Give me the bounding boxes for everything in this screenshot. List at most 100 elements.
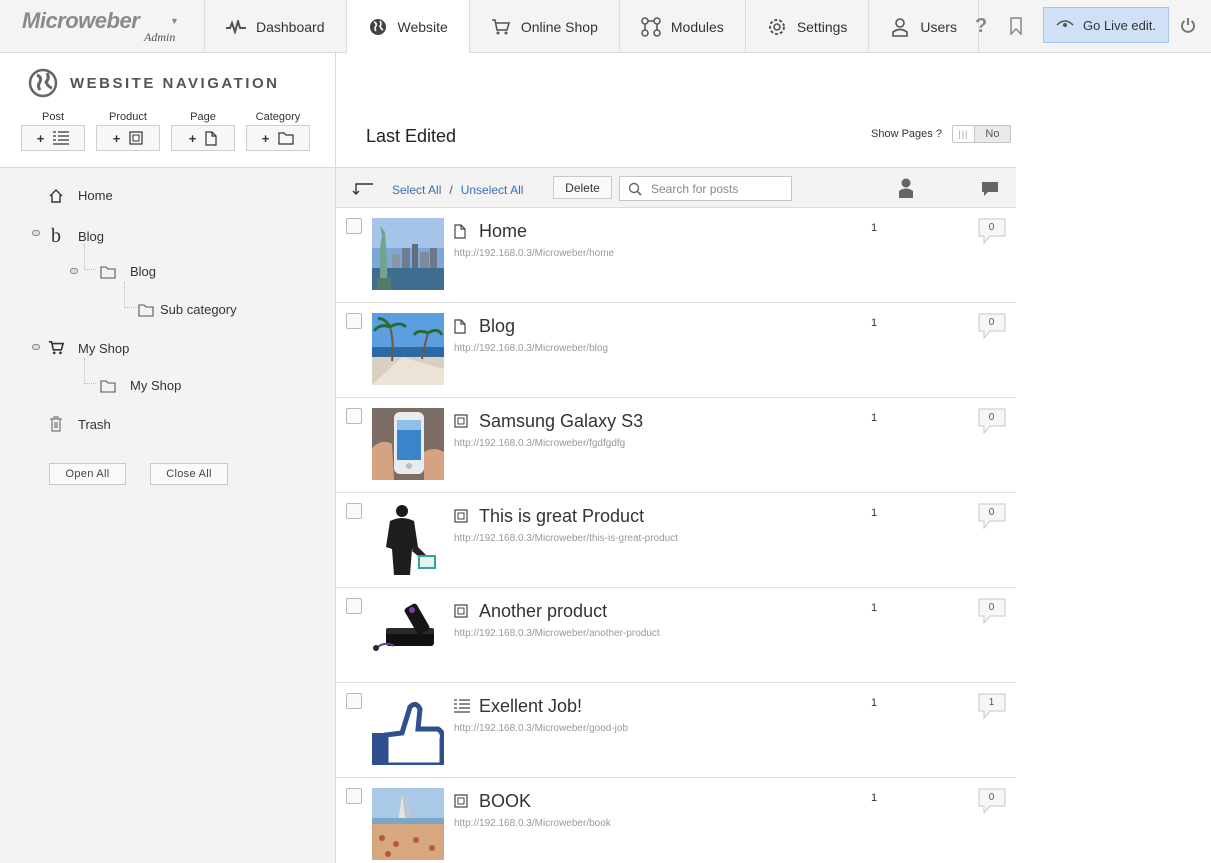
row-checkbox[interactable] — [346, 408, 362, 424]
toggle-value: No — [985, 128, 1000, 140]
collapse-icon[interactable] — [32, 230, 40, 236]
caret-down-icon[interactable]: ▼ — [170, 16, 179, 26]
show-pages-label: Show Pages ? — [871, 128, 942, 140]
author-column-icon — [899, 178, 913, 203]
row-title[interactable]: Blog — [479, 316, 515, 337]
tree-item-my-shop[interactable]: My Shop — [48, 340, 129, 356]
row-title[interactable]: This is great Product — [479, 506, 644, 527]
cart-icon — [491, 17, 511, 37]
row-url[interactable]: http://192.168.0.3/Microweber/fgdfgdfg — [454, 438, 625, 449]
add-category-button[interactable]: + — [246, 125, 310, 151]
comments-count: 1 — [988, 697, 995, 708]
comments-badge[interactable]: 1 — [978, 693, 1006, 720]
row-url[interactable]: http://192.168.0.3/Microweber/another-pr… — [454, 628, 660, 639]
product-icon — [454, 794, 468, 808]
sidebar-title: WEBSITE NAVIGATION — [70, 75, 280, 92]
row-checkbox[interactable] — [346, 503, 362, 519]
list-item[interactable]: BOOK http://192.168.0.3/Microweber/book … — [336, 778, 1016, 863]
select-all-link[interactable]: Select All — [392, 183, 441, 197]
row-url[interactable]: http://192.168.0.3/Microweber/home — [454, 248, 614, 259]
list-item[interactable]: Home http://192.168.0.3/Microweber/home … — [336, 208, 1016, 303]
collapse-icon[interactable] — [32, 344, 40, 350]
row-title[interactable]: Exellent Job! — [479, 696, 582, 717]
row-url[interactable]: http://192.168.0.3/Microweber/blog — [454, 343, 608, 354]
delete-button[interactable]: Delete — [553, 176, 612, 199]
show-pages-toggle[interactable]: ||| No — [951, 125, 1011, 143]
collapse-icon[interactable] — [70, 268, 78, 274]
row-title[interactable]: Home — [479, 221, 527, 242]
list-item[interactable]: Samsung Galaxy S3 http://192.168.0.3/Mic… — [336, 398, 1016, 493]
tree-line — [124, 282, 138, 308]
comments-count: 0 — [988, 602, 995, 613]
open-all-button[interactable]: Open All — [49, 463, 126, 485]
tree-item-home[interactable]: Home — [48, 188, 113, 203]
tree-item-shop-category[interactable]: My Shop — [100, 378, 181, 393]
nav-website[interactable]: Website — [345, 0, 469, 54]
add-product: Product + — [96, 111, 160, 151]
page-icon — [454, 319, 466, 334]
nav-settings-label: Settings — [796, 18, 848, 35]
tree-item-label: My Shop — [130, 378, 182, 393]
logo-subtitle: Admin — [144, 30, 176, 44]
thumbnail-image — [372, 788, 444, 860]
nav-users[interactable]: Users — [868, 0, 979, 53]
row-checkbox[interactable] — [346, 598, 362, 614]
row-title[interactable]: BOOK — [479, 791, 531, 812]
comments-badge[interactable]: 0 — [978, 408, 1006, 435]
nav-dashboard[interactable]: Dashboard — [204, 0, 346, 53]
folder-icon — [278, 132, 294, 145]
comments-badge[interactable]: 0 — [978, 313, 1006, 340]
product-icon — [129, 131, 143, 145]
row-author: 1 — [871, 507, 878, 519]
post-icon — [53, 131, 70, 145]
tree-item-label: Blog — [130, 264, 157, 279]
thumbnail-image — [372, 218, 444, 290]
product-icon — [454, 509, 468, 523]
tree-item-blog-category[interactable]: Blog — [100, 264, 156, 279]
close-all-button[interactable]: Close All — [150, 463, 228, 485]
comments-badge[interactable]: 0 — [978, 788, 1006, 815]
add-post-button[interactable]: + — [21, 125, 85, 151]
eye-icon — [1056, 20, 1074, 30]
tree-item-label: My Shop — [78, 340, 130, 356]
logo[interactable]: Microweber ▼ Admin — [22, 8, 202, 48]
list-item[interactable]: Blog http://192.168.0.3/Microweber/blog … — [336, 303, 1016, 398]
comments-badge[interactable]: 0 — [978, 598, 1006, 625]
page-icon — [205, 130, 217, 146]
comments-column-icon — [981, 181, 999, 202]
bookmark-icon[interactable] — [1010, 17, 1022, 40]
list-item[interactable]: Exellent Job! http://192.168.0.3/Microwe… — [336, 683, 1016, 778]
row-checkbox[interactable] — [346, 788, 362, 804]
list-item[interactable]: Another product http://192.168.0.3/Micro… — [336, 588, 1016, 683]
list-item[interactable]: This is great Product http://192.168.0.3… — [336, 493, 1016, 588]
comments-badge[interactable]: 0 — [978, 503, 1006, 530]
row-checkbox[interactable] — [346, 693, 362, 709]
folder-icon — [138, 303, 154, 317]
nav-modules[interactable]: Modules — [618, 0, 745, 53]
row-url[interactable]: http://192.168.0.3/Microweber/good-job — [454, 723, 628, 734]
page-title: Last Edited — [366, 126, 457, 146]
row-url[interactable]: http://192.168.0.3/Microweber/book — [454, 818, 611, 829]
add-product-button[interactable]: + — [96, 125, 160, 151]
comments-badge[interactable]: 0 — [978, 218, 1006, 245]
row-title[interactable]: Another product — [479, 601, 607, 622]
help-icon[interactable]: ? — [975, 15, 987, 38]
unselect-all-link[interactable]: Unselect All — [461, 183, 524, 197]
power-icon[interactable] — [1180, 17, 1196, 38]
row-title[interactable]: Samsung Galaxy S3 — [479, 411, 643, 432]
row-checkbox[interactable] — [346, 218, 362, 234]
search-input[interactable]: Search for posts — [619, 176, 792, 201]
home-icon — [48, 188, 64, 203]
plus-icon: + — [112, 130, 121, 146]
logo-text: Microweber — [22, 8, 140, 33]
tree-item-sub-category[interactable]: Sub category — [138, 302, 237, 317]
row-checkbox[interactable] — [346, 313, 362, 329]
nav-online-shop[interactable]: Online Shop — [468, 0, 619, 53]
tree-item-label: Home — [78, 188, 113, 203]
toggle-knob: ||| — [952, 126, 975, 142]
row-url[interactable]: http://192.168.0.3/Microweber/this-is-gr… — [454, 533, 678, 544]
go-live-edit-button[interactable]: Go Live edit. — [1043, 7, 1169, 43]
add-page-button[interactable]: + — [171, 125, 235, 151]
tree-item-trash[interactable]: Trash — [48, 416, 111, 432]
nav-settings[interactable]: Settings — [744, 0, 869, 53]
